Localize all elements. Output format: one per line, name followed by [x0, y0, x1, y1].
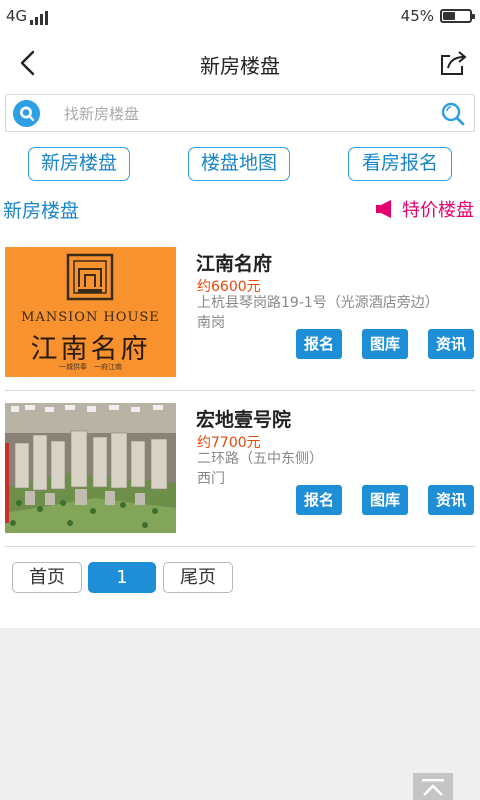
- current-page-button[interactable]: 1: [88, 562, 156, 593]
- news-button[interactable]: 资讯: [428, 329, 474, 359]
- last-page-button[interactable]: 尾页: [163, 562, 233, 593]
- gallery-button[interactable]: 图库: [362, 485, 408, 515]
- signup-button[interactable]: 报名: [296, 485, 342, 515]
- listing-thumbnail: MANSION HOUSE 江南名府 一城供奉 一府江南: [5, 247, 176, 377]
- signup-button[interactable]: 报名: [296, 329, 342, 359]
- building-model-photo: [5, 403, 176, 533]
- news-button[interactable]: 资讯: [428, 485, 474, 515]
- first-page-button[interactable]: 首页: [12, 562, 82, 593]
- back-to-top-button[interactable]: [413, 773, 453, 800]
- megaphone-icon: [376, 200, 391, 218]
- tab-new-homes[interactable]: 新房楼盘: [28, 147, 130, 181]
- listing-name: 宏地壹号院: [196, 409, 292, 431]
- back-to-top-icon: [422, 779, 444, 796]
- status-bar: 4G 45%: [0, 0, 480, 34]
- page-title: 新房楼盘: [200, 54, 280, 78]
- search-logo-icon: [13, 100, 40, 127]
- listing-address: 上杭县琴岗路19-1号（光源酒店旁边）: [197, 295, 439, 311]
- battery-icon: [440, 9, 475, 23]
- logo-english-text: MANSION HOUSE: [21, 310, 160, 325]
- logo-tagline: 一城供奉 一府江南: [59, 363, 122, 371]
- signal-area: 4G: [6, 7, 50, 25]
- divider: [5, 546, 475, 547]
- page-content: 4G 45% 新房楼盘 找新房楼盘 新房楼盘 楼盘地图 看房报名 新房楼盘 特价…: [0, 0, 480, 628]
- special-offer-label: 特价楼盘: [402, 200, 474, 221]
- divider: [5, 390, 475, 391]
- listing-address: 二环路（五中东侧）: [197, 451, 323, 467]
- section-title: 新房楼盘: [3, 200, 80, 222]
- listing-area: 南岗: [197, 315, 225, 331]
- share-icon[interactable]: [438, 48, 468, 78]
- search-bar: [5, 94, 475, 132]
- battery-area: 45%: [400, 7, 475, 25]
- nav-bar: 新房楼盘: [0, 34, 480, 92]
- listing-name: 江南名府: [196, 253, 273, 275]
- listing-area: 西门: [197, 471, 225, 487]
- special-offer-link[interactable]: 特价楼盘: [374, 196, 474, 222]
- battery-percent: 45%: [400, 7, 434, 25]
- gallery-button[interactable]: 图库: [362, 329, 408, 359]
- tab-viewing-signup[interactable]: 看房报名: [348, 147, 452, 181]
- listing-thumbnail: [5, 403, 176, 533]
- network-type: 4G: [6, 7, 28, 25]
- signal-icon: [30, 11, 50, 25]
- tab-map[interactable]: 楼盘地图: [188, 147, 290, 181]
- search-input[interactable]: [64, 103, 424, 125]
- logo-chinese-text: 江南名府: [30, 334, 151, 365]
- magnifier-icon[interactable]: [440, 101, 466, 127]
